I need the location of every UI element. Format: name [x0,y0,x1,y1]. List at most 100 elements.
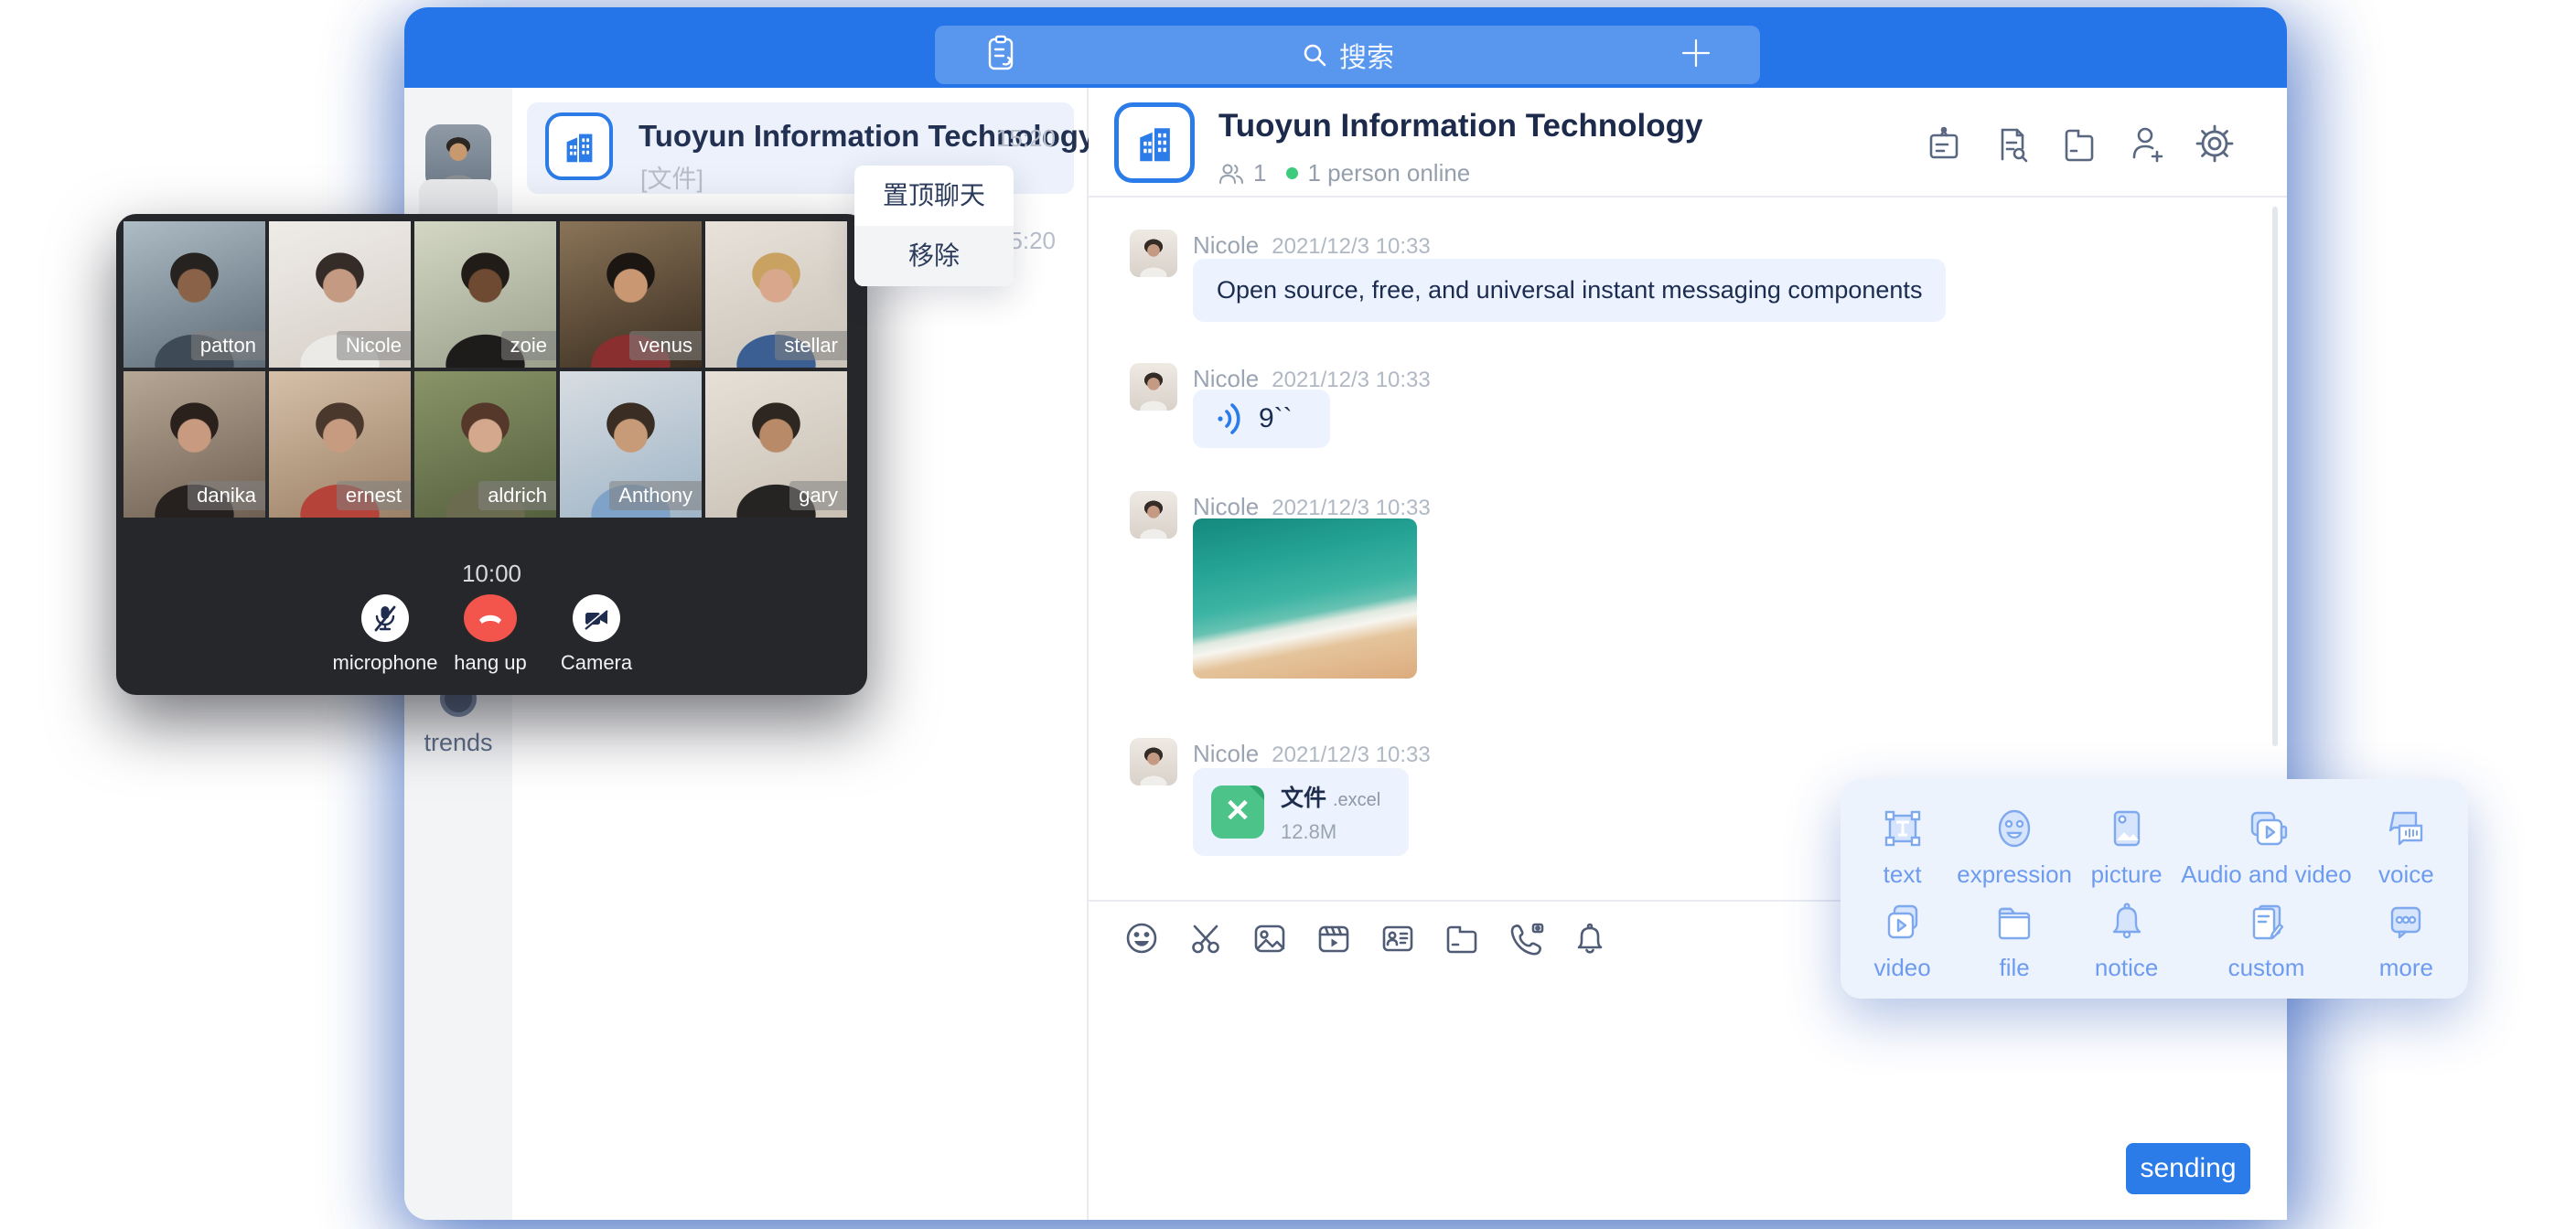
expression-icon [1990,804,2039,853]
participant-tile: aldrich [414,371,556,518]
menu-item-remove[interactable]: 移除 [854,226,1014,286]
message-time: 2021/12/3 10:33 [1272,234,1431,259]
participant-name: Nicole [337,331,411,360]
panel-item-picture[interactable]: picture [2072,799,2181,892]
add-member-icon[interactable] [2126,123,2168,165]
chat-title: Tuoyun Information Technology [1218,108,1703,144]
panel-label: voice [2378,860,2434,889]
search-placeholder: 搜索 [1339,35,1394,75]
image-icon[interactable] [1250,918,1290,958]
panel-item-more[interactable]: more [2352,892,2461,986]
group-file-icon[interactable] [2058,123,2100,165]
panel-item-text[interactable]: text [1848,799,1957,892]
chat-header: Tuoyun Information Technology 1 1 person… [1089,88,2287,198]
chat-subheader: 1 1 person online [1218,159,1470,187]
panel-label: video [1874,954,1931,982]
panel-label: more [2379,954,2433,982]
voice-duration: 9`` [1259,403,1293,434]
excel-file-icon: ✕ [1211,785,1264,839]
contact-card-icon[interactable] [1378,918,1418,958]
menu-item-pin-chat[interactable]: 置顶聊天 [854,166,1014,226]
participant-tile: Anthony [560,371,702,518]
text-message-bubble[interactable]: Open source, free, and universal instant… [1193,259,1946,322]
members-icon [1218,162,1244,186]
building-icon [1130,118,1179,167]
panel-item-expression[interactable]: expression [1957,799,2072,892]
panel-item-voice[interactable]: voice [2352,799,2461,892]
camera-label: Camera [532,651,660,675]
camera-off-icon [582,604,611,633]
notification-bell-icon[interactable] [1570,918,1610,958]
participant-grid: patton Nicole zoie venus stellar danika … [123,221,847,518]
participant-name: venus [629,331,702,360]
camera-control: Camera [532,594,660,675]
participant-tile: venus [560,221,702,368]
panel-item-notice[interactable]: notice [2072,892,2181,986]
online-status: 1 person online [1307,159,1470,187]
panel-label: notice [2095,954,2158,982]
participant-name: aldrich [478,481,556,510]
panel-label: Audio and video [2181,860,2351,889]
panel-label: custom [2228,954,2305,982]
sender-name: Nicole [1193,740,1259,767]
video-icon [1878,897,1927,946]
hangup-button[interactable] [464,594,517,642]
participant-tile: zoie [414,221,556,368]
call-log-icon[interactable] [982,33,1019,78]
message-meta: Nicole2021/12/3 10:33 [1193,231,1431,260]
group-notice-icon[interactable] [1923,123,1965,165]
file-message-bubble[interactable]: ✕ 文件 .excel 12.8M [1193,768,1409,856]
audio-video-icon [2241,804,2291,853]
participant-tile: gary [705,371,847,518]
voice-message-bubble[interactable]: 9`` [1193,390,1330,448]
search-placeholder-group: 搜索 [935,26,1760,84]
panel-label: expression [1957,860,2072,889]
image-message-beach[interactable] [1193,518,1417,679]
sender-name: Nicole [1193,365,1259,392]
add-icon[interactable] [1680,37,1712,74]
message-scrollbar[interactable] [2272,207,2278,746]
file-icon [1990,897,2039,946]
panel-item-audio-video[interactable]: Audio and video [2181,799,2351,892]
participant-name: gary [789,481,847,510]
panel-label: picture [2091,860,2163,889]
message-time: 2021/12/3 10:33 [1272,496,1431,520]
chat-header-actions [1923,123,2236,165]
video-call-icon[interactable] [1506,918,1546,958]
online-dot [1286,167,1298,179]
picture-icon [2102,804,2152,853]
video-clapper-icon[interactable] [1314,918,1354,958]
group-avatar[interactable] [1114,102,1195,183]
message-time: 2021/12/3 10:33 [1272,743,1431,767]
chat-history-search-icon[interactable] [1991,123,2033,165]
panel-item-file[interactable]: file [1957,892,2072,986]
participant-tile: stellar [705,221,847,368]
panel-item-custom[interactable]: custom [2181,892,2351,986]
building-icon [558,125,600,167]
search-bar[interactable]: 搜索 [935,26,1760,84]
notice-bell-icon [2102,897,2152,946]
sender-avatar[interactable] [1130,738,1177,785]
settings-gear-icon[interactable] [2194,123,2236,165]
group-avatar [545,112,613,180]
conversation-time: 15:20 [996,124,1056,153]
message-meta: Nicole 2021/12/3 10:33 [1193,740,1431,768]
panel-item-video[interactable]: video [1848,892,1957,986]
video-call-overlay: patton Nicole zoie venus stellar danika … [116,214,867,695]
participant-tile: Nicole [269,221,411,368]
sender-avatar[interactable] [1130,230,1177,277]
participant-name: zoie [501,331,556,360]
voice-wave-icon [1215,401,1246,437]
trends-label: trends [404,729,512,757]
sender-avatar[interactable] [1130,491,1177,539]
send-button[interactable]: sending [2126,1143,2250,1194]
camera-off-button[interactable] [573,594,620,642]
file-folder-icon[interactable] [1442,918,1482,958]
sender-avatar[interactable] [1130,363,1177,411]
microphone-mute-button[interactable] [361,594,409,642]
participant-tile: patton [123,221,265,368]
member-count: 1 [1253,159,1266,187]
panel-label: text [1884,860,1922,889]
emoji-icon[interactable] [1122,918,1162,958]
screenshot-scissors-icon[interactable] [1186,918,1226,958]
